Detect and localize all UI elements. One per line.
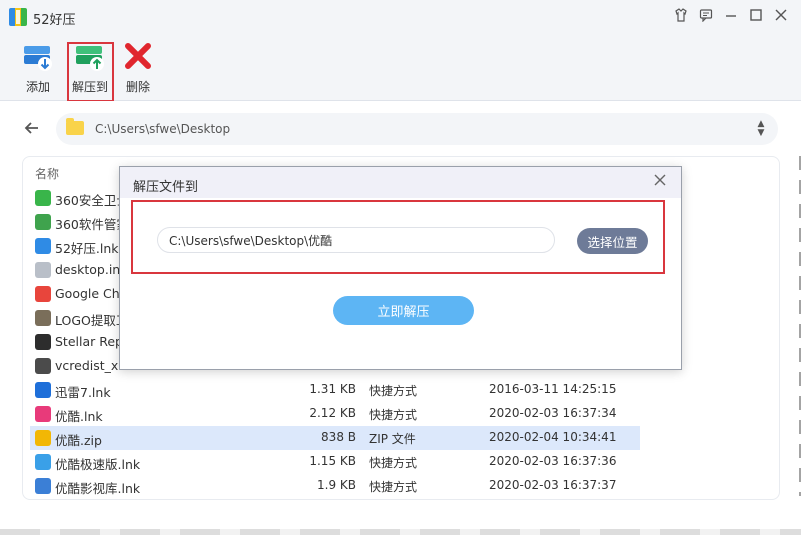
- add-button[interactable]: 添加: [15, 40, 61, 95]
- file-size: 838 B: [321, 430, 356, 444]
- maximize-icon[interactable]: [746, 8, 766, 26]
- extract-now-button[interactable]: 立即解压: [333, 296, 474, 325]
- file-name: Stellar Rep: [55, 334, 123, 349]
- file-type: 快捷方式: [369, 408, 418, 422]
- zip-icon: [35, 430, 51, 446]
- exe-icon: [35, 358, 51, 374]
- back-arrow-icon[interactable]: [22, 118, 42, 138]
- file-size: 1.31 KB: [309, 382, 356, 396]
- extract-highlight-box: [67, 42, 114, 102]
- dialog-title: 解压文件到: [133, 180, 199, 195]
- file-name: vcredist_x8: [55, 358, 127, 373]
- 360-safe-icon: [35, 190, 51, 206]
- file-name: 360软件管家: [55, 217, 129, 232]
- dialog-close-icon[interactable]: [651, 173, 669, 191]
- add-label: 添加: [25, 80, 50, 94]
- chrome-icon: [35, 286, 51, 302]
- 360-softmgr-icon: [35, 214, 51, 230]
- file-name: 优酷.zip: [55, 433, 102, 448]
- file-row[interactable]: 优酷.zip 838 B ZIP 文件 2020-02-04 10:34:41: [30, 426, 640, 450]
- file-date: 2016-03-11 14:25:15: [489, 382, 617, 396]
- logo-tool-icon: [35, 310, 51, 326]
- file-size: 1.9 KB: [317, 478, 356, 492]
- file-name: 360安全卫士: [55, 193, 129, 208]
- delete-icon: [122, 40, 154, 72]
- stellar-icon: [35, 334, 51, 350]
- delete-label: 删除: [125, 80, 150, 94]
- add-archive-icon: [22, 40, 54, 72]
- app-logo-icon: [9, 8, 27, 26]
- skin-icon[interactable]: [671, 8, 691, 26]
- file-date: 2020-02-03 16:37:37: [489, 478, 617, 492]
- ini-file-icon: [35, 262, 51, 278]
- file-name: 52好压.lnk: [55, 241, 119, 256]
- file-name: 优酷极速版.lnk: [55, 457, 141, 472]
- current-path: C:\Users\sfwe\Desktop: [95, 122, 231, 136]
- background-window-edge-bottom: [0, 529, 801, 535]
- feedback-icon[interactable]: [696, 8, 716, 26]
- 52haoya-icon: [35, 238, 51, 254]
- file-type: ZIP 文件: [369, 432, 416, 446]
- path-history-toggle-icon[interactable]: ▲ ▼: [755, 120, 767, 138]
- file-date: 2020-02-04 10:34:41: [489, 430, 617, 444]
- youku-icon: [35, 406, 51, 422]
- file-name: Google Chr: [55, 286, 125, 301]
- file-row[interactable]: 迅雷7.lnk 1.31 KB 快捷方式 2016-03-11 14:25:15: [30, 378, 640, 402]
- youku-fast-icon: [35, 454, 51, 470]
- file-type: 快捷方式: [369, 456, 418, 470]
- delete-button[interactable]: 删除: [115, 40, 161, 95]
- file-row[interactable]: 优酷影视库.lnk 1.9 KB 快捷方式 2020-02-03 16:37:37: [30, 474, 640, 498]
- minimize-icon[interactable]: [721, 8, 741, 26]
- file-row[interactable]: 优酷.lnk 2.12 KB 快捷方式 2020-02-03 16:37:34: [30, 402, 640, 426]
- file-name: desktop.ini: [55, 262, 124, 277]
- column-header-name[interactable]: 名称: [35, 165, 59, 182]
- file-type: 快捷方式: [369, 480, 418, 494]
- file-name: 迅雷7.lnk: [55, 385, 111, 400]
- xunlei-icon: [35, 382, 51, 398]
- extract-path-input[interactable]: [157, 227, 555, 253]
- file-date: 2020-02-03 16:37:34: [489, 406, 617, 420]
- file-type: 快捷方式: [369, 384, 418, 398]
- file-size: 1.15 KB: [309, 454, 356, 468]
- file-name: 优酷影视库.lnk: [55, 481, 141, 496]
- toolbar: 添加 解压到 删除: [0, 34, 801, 102]
- folder-icon: [66, 118, 84, 135]
- dialog-header: 解压文件到: [120, 167, 681, 198]
- youku-library-icon: [35, 478, 51, 494]
- window-title: 52好压: [33, 13, 76, 28]
- file-size: 2.12 KB: [309, 406, 356, 420]
- close-icon[interactable]: [771, 8, 791, 26]
- choose-location-button[interactable]: 选择位置: [577, 228, 648, 254]
- extract-dialog: 解压文件到 选择位置 立即解压: [119, 166, 682, 370]
- file-name: 优酷.lnk: [55, 409, 103, 424]
- file-date: 2020-02-03 16:37:36: [489, 454, 617, 468]
- title-bar: 52好压: [0, 0, 801, 34]
- file-row[interactable]: 优酷极速版.lnk 1.15 KB 快捷方式 2020-02-03 16:37:36: [30, 450, 640, 474]
- file-name: LOGO提取工: [55, 313, 129, 328]
